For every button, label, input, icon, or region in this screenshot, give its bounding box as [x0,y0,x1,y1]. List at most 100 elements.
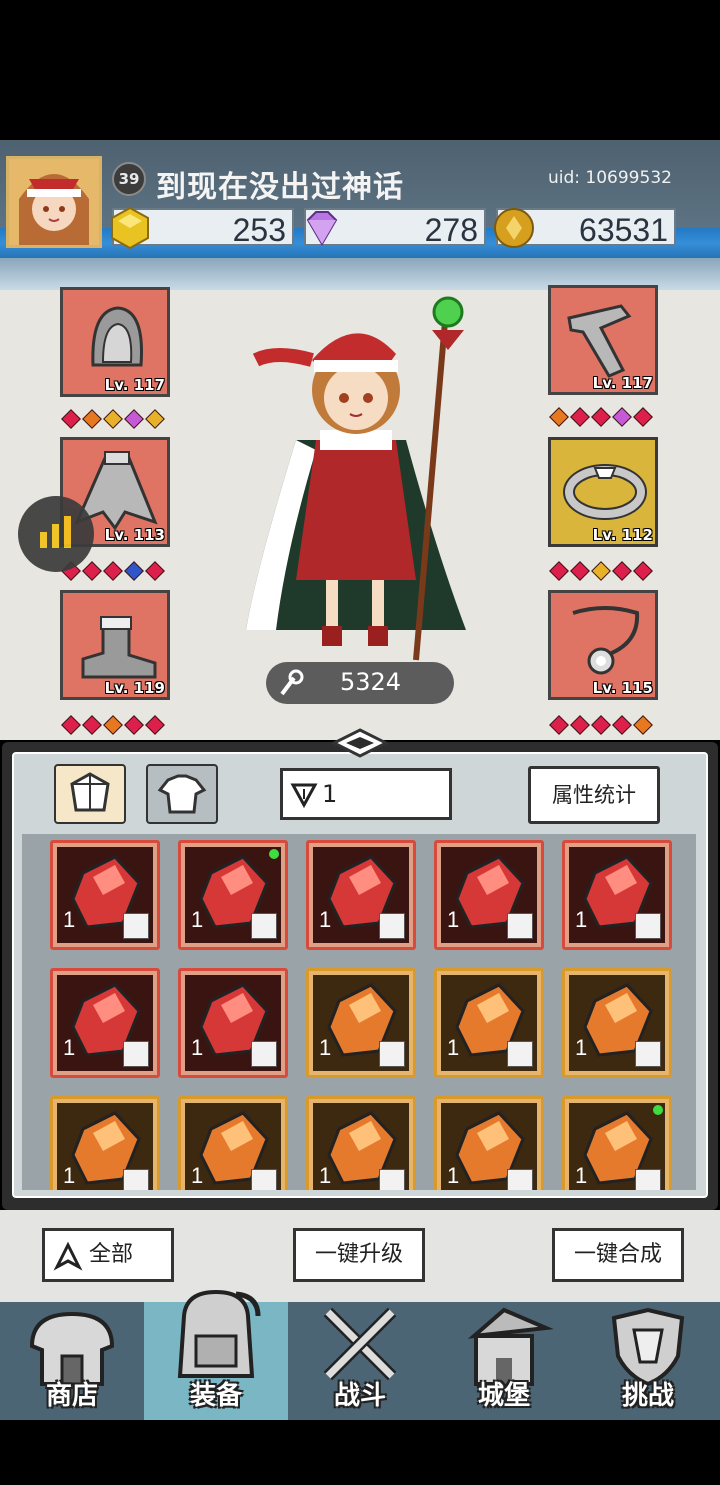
item-quantity: 1 [63,1035,76,1060]
power-icon [280,669,304,696]
item-quantity: 1 [191,1163,204,1188]
ring-slot-icon [379,1041,405,1067]
player-name: 到现在没出过神话 [156,170,404,205]
item-quantity: 1 [447,1163,460,1188]
yellow-gem-icon [145,409,165,429]
red-gem-icon [549,715,569,735]
filter-all-button[interactable]: 全部 [42,1228,174,1282]
inventory-item[interactable]: 1 [50,1096,160,1190]
red-gem-icon [570,407,590,427]
attribute-stats-button[interactable]: 属性统计 [528,766,660,824]
tab-gear[interactable] [146,764,218,824]
red-gem-icon [61,409,81,429]
gem-row-gauntlet [549,407,653,427]
red-gem-icon [591,407,611,427]
gold-coin-value: 63531 [579,212,668,248]
player-uid: uid: 10699532 [548,168,672,188]
up-arrow-icon [53,1241,83,1271]
gauntlet-slot-icon [379,913,405,939]
currency-gold-coin[interactable]: 63531 [494,208,676,248]
gem-row-necklace [549,715,653,735]
merge-all-button[interactable]: 一键合成 [552,1228,684,1282]
red-gem-icon [612,561,632,581]
item-quantity: 1 [191,1035,204,1060]
inventory-item[interactable]: 1 [434,1096,544,1190]
red-gem-icon [633,407,653,427]
necklace-slot-icon [635,913,661,939]
inventory-item[interactable]: 1 [50,840,160,950]
inventory-item[interactable]: 1 [306,840,416,950]
equip-level: Lv. 113 [104,526,165,544]
necklace-slot-icon [123,1041,149,1067]
gem-tab-icon [70,772,110,812]
backpack-icon [177,1289,261,1378]
nav-equipment[interactable]: 装备 [144,1289,288,1420]
filter-dropdown[interactable] [280,768,452,820]
gold-coin-icon [494,208,534,248]
cape-slot-icon [251,913,277,939]
new-item-dot [269,849,279,859]
inventory-item[interactable]: 1 [562,968,672,1078]
inventory-item[interactable]: 1 [306,1096,416,1190]
inventory-item[interactable]: 1 [178,1096,288,1190]
floating-menu-button[interactable] [18,496,94,572]
inventory-item[interactable]: 1 [50,968,160,1078]
red-gem-icon [591,715,611,735]
item-quantity: 1 [575,907,588,932]
equip-level: Lv. 112 [592,526,653,544]
yellow-gem-icon [591,561,611,581]
player-avatar[interactable] [6,156,102,248]
ring-slot-icon [379,1169,405,1190]
inventory-item[interactable]: 1 [434,968,544,1078]
item-quantity: 1 [319,1035,332,1060]
nav-shop[interactable]: 商店 [0,1302,144,1420]
gem-row-helmet [61,409,165,429]
panel-ornament-icon [330,728,390,758]
upgrade-all-button[interactable]: 一键升级 [293,1228,425,1282]
equip-slot-gauntlet[interactable]: Lv. 117 [548,285,658,395]
equip-level: Lv. 117 [104,376,165,394]
purple-gem-icon [612,407,632,427]
equip-slot-ring[interactable]: Lv. 112 [548,437,658,547]
inventory-item[interactable]: 1 [434,840,544,950]
nav-challenge[interactable]: 挑战 [576,1302,720,1420]
equip-level: Lv. 119 [104,679,165,697]
inventory-item[interactable]: 1 [562,1096,672,1190]
item-quantity: 1 [575,1163,588,1188]
red-gem-icon [145,715,165,735]
yellow-gem-icon [103,409,123,429]
inventory-item[interactable]: 1 [562,840,672,950]
castle-icon [467,1307,554,1386]
filter-icon [290,783,318,809]
boots-slot-icon [251,1169,277,1190]
orange-gem-icon [82,409,102,429]
inventory-item[interactable]: 1 [306,968,416,1078]
nav-castle-label: 城堡 [477,1381,530,1411]
helmet-slot-icon [507,913,533,939]
new-item-dot [653,1105,663,1115]
equip-slot-helmet[interactable]: Lv. 117 [60,287,170,397]
crossed-swords-icon [323,1307,397,1381]
red-gem-icon [103,561,123,581]
blue-gem-icon [124,561,144,581]
inventory-item[interactable]: 1 [178,968,288,1078]
currency-diamond[interactable]: 278 [304,208,486,248]
inventory-item[interactable]: 1 [178,840,288,950]
shirt-icon [157,774,207,814]
nav-battle[interactable]: 战斗 [288,1302,432,1420]
gold-crystal-icon [111,206,149,250]
tab-gems[interactable] [54,764,126,824]
equip-slot-boots[interactable]: Lv. 119 [60,590,170,700]
red-gem-icon [570,715,590,735]
nav-castle[interactable]: 城堡 [432,1302,576,1420]
purple-gem-icon [124,409,144,429]
character-portrait[interactable] [236,290,486,670]
currency-gold-crystal[interactable]: 253 [111,206,294,250]
item-quantity: 1 [63,907,76,932]
player-level-badge: 39 [112,162,146,196]
equip-slot-necklace[interactable]: Lv. 115 [548,590,658,700]
nav-shop-label: 商店 [45,1381,98,1411]
ring-slot-icon [635,1041,661,1067]
signal-bars-icon [40,516,71,548]
nav-equipment-label: 装备 [189,1381,242,1411]
